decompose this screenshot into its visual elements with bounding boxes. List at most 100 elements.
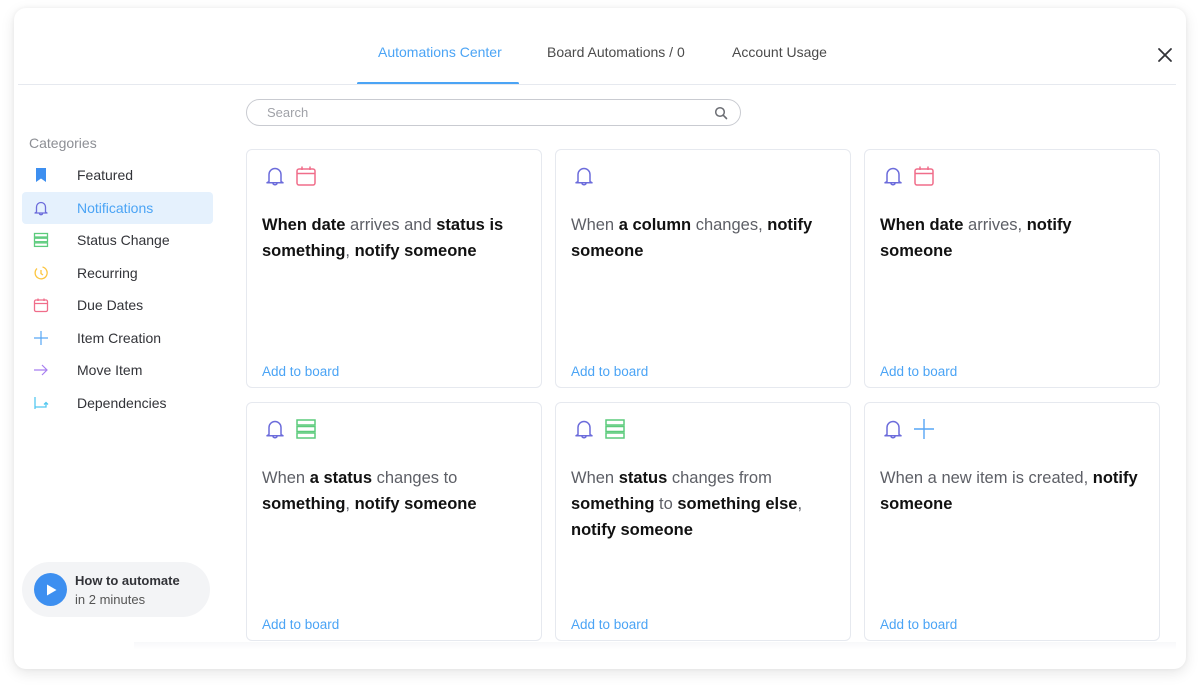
scroll-fade xyxy=(134,642,1176,650)
sidebar-item-dependencies[interactable]: Dependencies xyxy=(22,387,213,420)
automation-recipe-card[interactable]: When a column changes, notify someone Add… xyxy=(555,149,851,388)
add-to-board-link[interactable]: Add to board xyxy=(262,364,339,379)
recipe-icons xyxy=(882,165,935,187)
recipe-keyword[interactable]: date xyxy=(930,216,964,234)
sidebar-item-item-creation[interactable]: Item Creation xyxy=(22,322,213,355)
recipe-text: When xyxy=(571,469,619,487)
sidebar-item-move-item[interactable]: Move Item xyxy=(22,354,213,387)
calendar-icon xyxy=(295,165,317,187)
recipe-text: arrives and xyxy=(345,216,437,234)
sidebar-item-label: Dependencies xyxy=(77,394,167,411)
close-icon xyxy=(1158,48,1172,62)
tab-board-automations[interactable]: Board Automations / 0 xyxy=(547,44,685,60)
status-icon xyxy=(295,418,317,440)
sidebar-item-notifications[interactable]: Notifications xyxy=(22,191,213,224)
sidebar-item-label: Due Dates xyxy=(77,297,144,314)
recipe-icons xyxy=(882,418,935,440)
status-icon xyxy=(33,232,49,248)
bell-icon xyxy=(882,418,904,440)
recipe-text: , xyxy=(797,495,803,513)
recipe-description: When status changes from something to so… xyxy=(571,465,832,543)
recipe-text: changes to xyxy=(372,469,458,487)
recipe-keyword[interactable]: something xyxy=(571,495,654,513)
recipe-icons xyxy=(264,165,317,187)
recipe-description: When a status changes to something, noti… xyxy=(262,465,523,517)
sidebar-item-label: Status Change xyxy=(77,232,170,249)
sidebar-item-featured[interactable]: Featured xyxy=(22,159,213,192)
recipe-text: changes from xyxy=(667,469,772,487)
recipe-keyword[interactable]: date xyxy=(312,216,346,234)
header-divider xyxy=(18,84,1176,85)
add-to-board-link[interactable]: Add to board xyxy=(880,364,957,379)
recipe-keyword[interactable]: a status xyxy=(310,469,372,487)
sidebar-item-recurring[interactable]: Recurring xyxy=(22,257,213,290)
recipe-keyword[interactable]: notify someone xyxy=(355,242,477,260)
bell-icon xyxy=(882,165,904,187)
recipe-icons xyxy=(573,165,595,187)
status-icon xyxy=(604,418,626,440)
recipe-icons xyxy=(264,418,317,440)
calendar-icon xyxy=(913,165,935,187)
category-list: Featured Notifications Status Change Rec… xyxy=(22,159,213,419)
recipe-keyword[interactable]: notify someone xyxy=(571,521,693,539)
sidebar-item-status-change[interactable]: Status Change xyxy=(22,224,213,257)
search-input[interactable] xyxy=(267,105,714,120)
add-to-board-link[interactable]: Add to board xyxy=(571,617,648,632)
search-bar xyxy=(246,99,741,126)
close-button[interactable] xyxy=(1156,46,1174,64)
recipe-keyword[interactable]: a column xyxy=(619,216,691,234)
automation-recipe-card[interactable]: When a new item is created, notify someo… xyxy=(864,402,1160,641)
recipe-text: arrives, xyxy=(963,216,1027,234)
sidebar-item-label: Recurring xyxy=(77,264,138,281)
recipe-keyword[interactable]: something else xyxy=(677,495,797,513)
sidebar-item-label: Featured xyxy=(77,167,134,184)
recipe-keyword[interactable]: When xyxy=(262,216,312,234)
arrow-right-icon xyxy=(33,362,49,378)
automation-recipe-card[interactable]: When status changes from something to so… xyxy=(555,402,851,641)
bell-icon xyxy=(573,418,595,440)
automation-recipe-card[interactable]: When a status changes to something, noti… xyxy=(246,402,542,641)
dependency-icon xyxy=(33,395,49,411)
automations-modal: Automations Center Board Automations / 0… xyxy=(14,8,1186,669)
recipe-keyword[interactable]: status xyxy=(619,469,668,487)
search-icon[interactable] xyxy=(714,106,728,120)
recipe-text: When xyxy=(262,469,310,487)
sidebar-item-due-dates[interactable]: Due Dates xyxy=(22,289,213,322)
how-to-subtitle: in 2 minutes xyxy=(75,591,146,607)
recipe-keyword[interactable]: When xyxy=(880,216,930,234)
plus-icon xyxy=(913,418,935,440)
sidebar-item-label: Move Item xyxy=(77,362,143,379)
recipe-keyword[interactable]: something xyxy=(262,495,345,513)
tab-account-usage[interactable]: Account Usage xyxy=(732,44,827,60)
bookmark-icon xyxy=(33,167,49,183)
automation-recipe-card[interactable]: When date arrives and status is somethin… xyxy=(246,149,542,388)
add-to-board-link[interactable]: Add to board xyxy=(571,364,648,379)
automation-recipe-card[interactable]: When date arrives, notify someone Add to … xyxy=(864,149,1160,388)
recipe-keyword[interactable]: status xyxy=(436,216,485,234)
how-to-title: How to automate xyxy=(75,572,180,588)
recipe-description: When date arrives and status is somethin… xyxy=(262,212,523,264)
how-to-automate-button[interactable]: How to automate in 2 minutes xyxy=(22,562,210,617)
calendar-icon xyxy=(33,297,49,313)
recipe-text: When xyxy=(571,216,619,234)
plus-icon xyxy=(33,330,49,346)
recipe-description: When a column changes, notify someone xyxy=(571,212,832,264)
tab-automations-center[interactable]: Automations Center xyxy=(378,44,502,60)
recipe-icons xyxy=(573,418,626,440)
recipe-text: to xyxy=(654,495,678,513)
categories-heading: Categories xyxy=(29,135,97,151)
recipe-text: , xyxy=(345,495,355,513)
bell-icon xyxy=(573,165,595,187)
add-to-board-link[interactable]: Add to board xyxy=(262,617,339,632)
add-to-board-link[interactable]: Add to board xyxy=(880,617,957,632)
recipe-text: When a new item is created, xyxy=(880,469,1093,487)
play-icon xyxy=(34,573,67,606)
recipe-text: , xyxy=(345,242,355,260)
bell-icon xyxy=(264,418,286,440)
bell-icon xyxy=(33,200,49,216)
recipe-keyword[interactable]: notify someone xyxy=(355,495,477,513)
sidebar-item-label: Notifications xyxy=(77,199,154,216)
sidebar-item-label: Item Creation xyxy=(77,329,162,346)
bell-icon xyxy=(264,165,286,187)
recipe-description: When a new item is created, notify someo… xyxy=(880,465,1141,517)
